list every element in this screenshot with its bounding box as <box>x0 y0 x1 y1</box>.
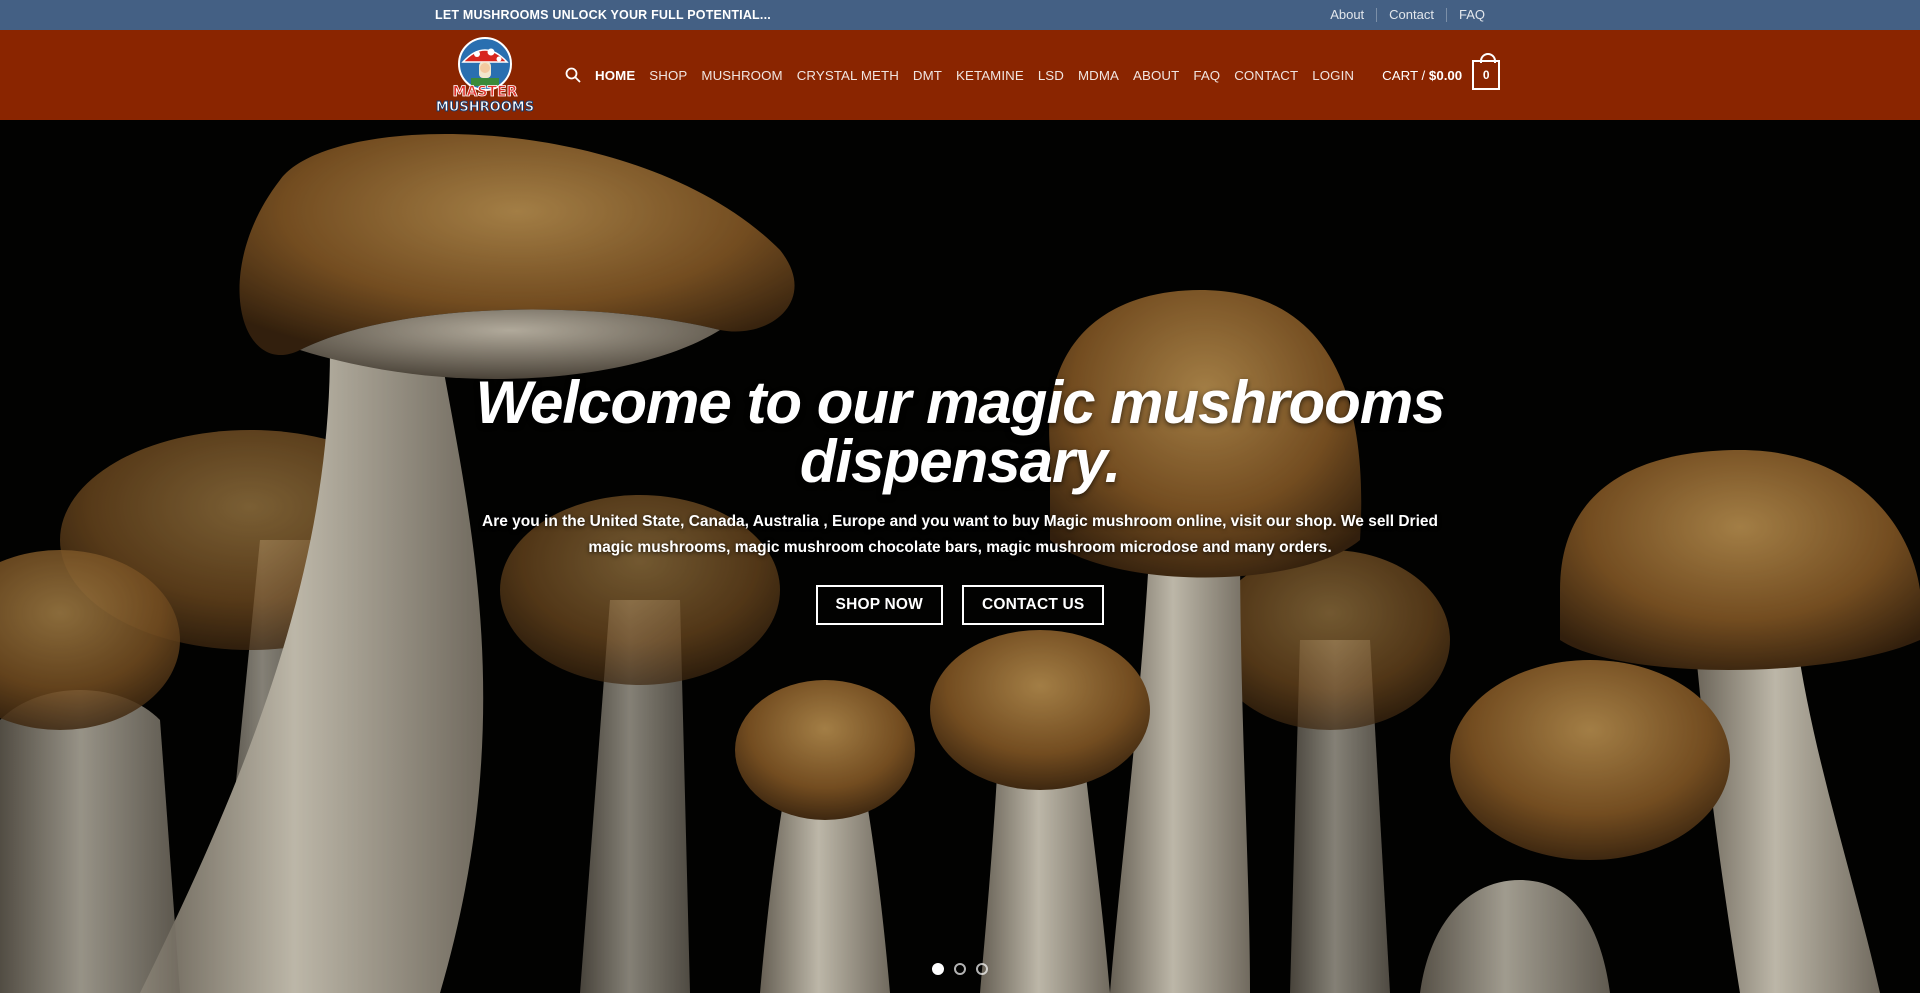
slider-dot-1[interactable] <box>932 963 944 975</box>
top-links: About Contact FAQ <box>1318 8 1485 22</box>
slider-dots <box>0 963 1920 975</box>
hero-content: Welcome to our magic mushrooms dispensar… <box>460 373 1460 625</box>
nav-shop[interactable]: SHOP <box>649 68 687 83</box>
logo-line1: MASTER <box>453 84 518 100</box>
logo-line2: MUSHROOMS <box>436 100 534 115</box>
hero-buttons: SHOP NOW CONTACT US <box>460 585 1460 625</box>
site-header: MASTER MUSHROOMS HOME SHOP MUSHROOM CRYS… <box>0 30 1920 120</box>
nav-mushroom[interactable]: MUSHROOM <box>701 68 782 83</box>
slider-dot-3[interactable] <box>976 963 988 975</box>
nav-mdma[interactable]: MDMA <box>1078 68 1119 83</box>
nav-dmt[interactable]: DMT <box>913 68 942 83</box>
logo-mushroom-icon: MASTER MUSHROOMS <box>435 37 535 115</box>
shopping-bag-icon[interactable]: 0 <box>1472 53 1501 90</box>
hero-description: Are you in the United State, Canada, Aus… <box>482 513 1438 556</box>
cart-amount: $0.00 <box>1428 67 1463 83</box>
nav-contact[interactable]: CONTACT <box>1234 68 1298 83</box>
cart-count: 0 <box>1482 68 1490 82</box>
nav-ketamine[interactable]: KETAMINE <box>956 68 1024 83</box>
search-icon[interactable] <box>565 67 581 83</box>
nav-crystal-meth[interactable]: CRYSTAL METH <box>797 68 899 83</box>
shop-now-button[interactable]: SHOP NOW <box>815 585 943 625</box>
contact-us-button[interactable]: CONTACT US <box>961 585 1105 625</box>
top-bar: LET MUSHROOMS UNLOCK YOUR FULL POTENTIAL… <box>0 0 1920 30</box>
top-link-contact[interactable]: Contact <box>1376 8 1446 22</box>
top-link-about[interactable]: About <box>1318 8 1376 22</box>
hero-title: Welcome to our magic mushrooms dispensar… <box>475 369 1445 495</box>
tagline: LET MUSHROOMS UNLOCK YOUR FULL POTENTIAL… <box>435 8 771 22</box>
hero-slider: Welcome to our magic mushrooms dispensar… <box>0 120 1920 993</box>
cart-label: CART / <box>1382 67 1429 83</box>
nav-login[interactable]: LOGIN <box>1312 68 1354 83</box>
nav-faq[interactable]: FAQ <box>1193 68 1220 83</box>
nav-home[interactable]: HOME <box>595 68 635 83</box>
cart-link[interactable]: CART / $0.00 0 <box>1382 53 1501 90</box>
nav-about[interactable]: ABOUT <box>1133 68 1179 83</box>
top-link-faq[interactable]: FAQ <box>1445 8 1485 22</box>
nav-lsd[interactable]: LSD <box>1038 68 1064 83</box>
main-nav: HOME SHOP MUSHROOM CRYSTAL METH DMT KETA… <box>565 67 1368 83</box>
site-logo[interactable]: MASTER MUSHROOMS <box>435 34 535 116</box>
slider-dot-2[interactable] <box>954 963 966 975</box>
